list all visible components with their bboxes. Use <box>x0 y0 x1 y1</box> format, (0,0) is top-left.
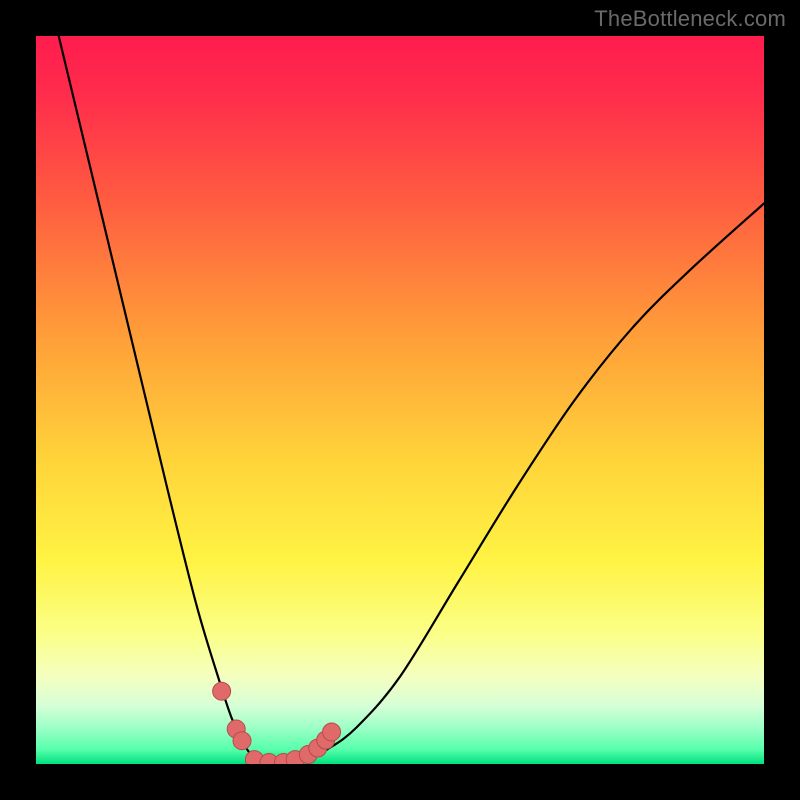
data-point <box>213 682 231 700</box>
data-point <box>323 723 341 741</box>
plot-area <box>36 36 764 764</box>
watermark-text: TheBottleneck.com <box>594 6 786 32</box>
chart-svg <box>36 36 764 764</box>
data-point <box>233 732 251 750</box>
chart-frame: TheBottleneck.com <box>0 0 800 800</box>
